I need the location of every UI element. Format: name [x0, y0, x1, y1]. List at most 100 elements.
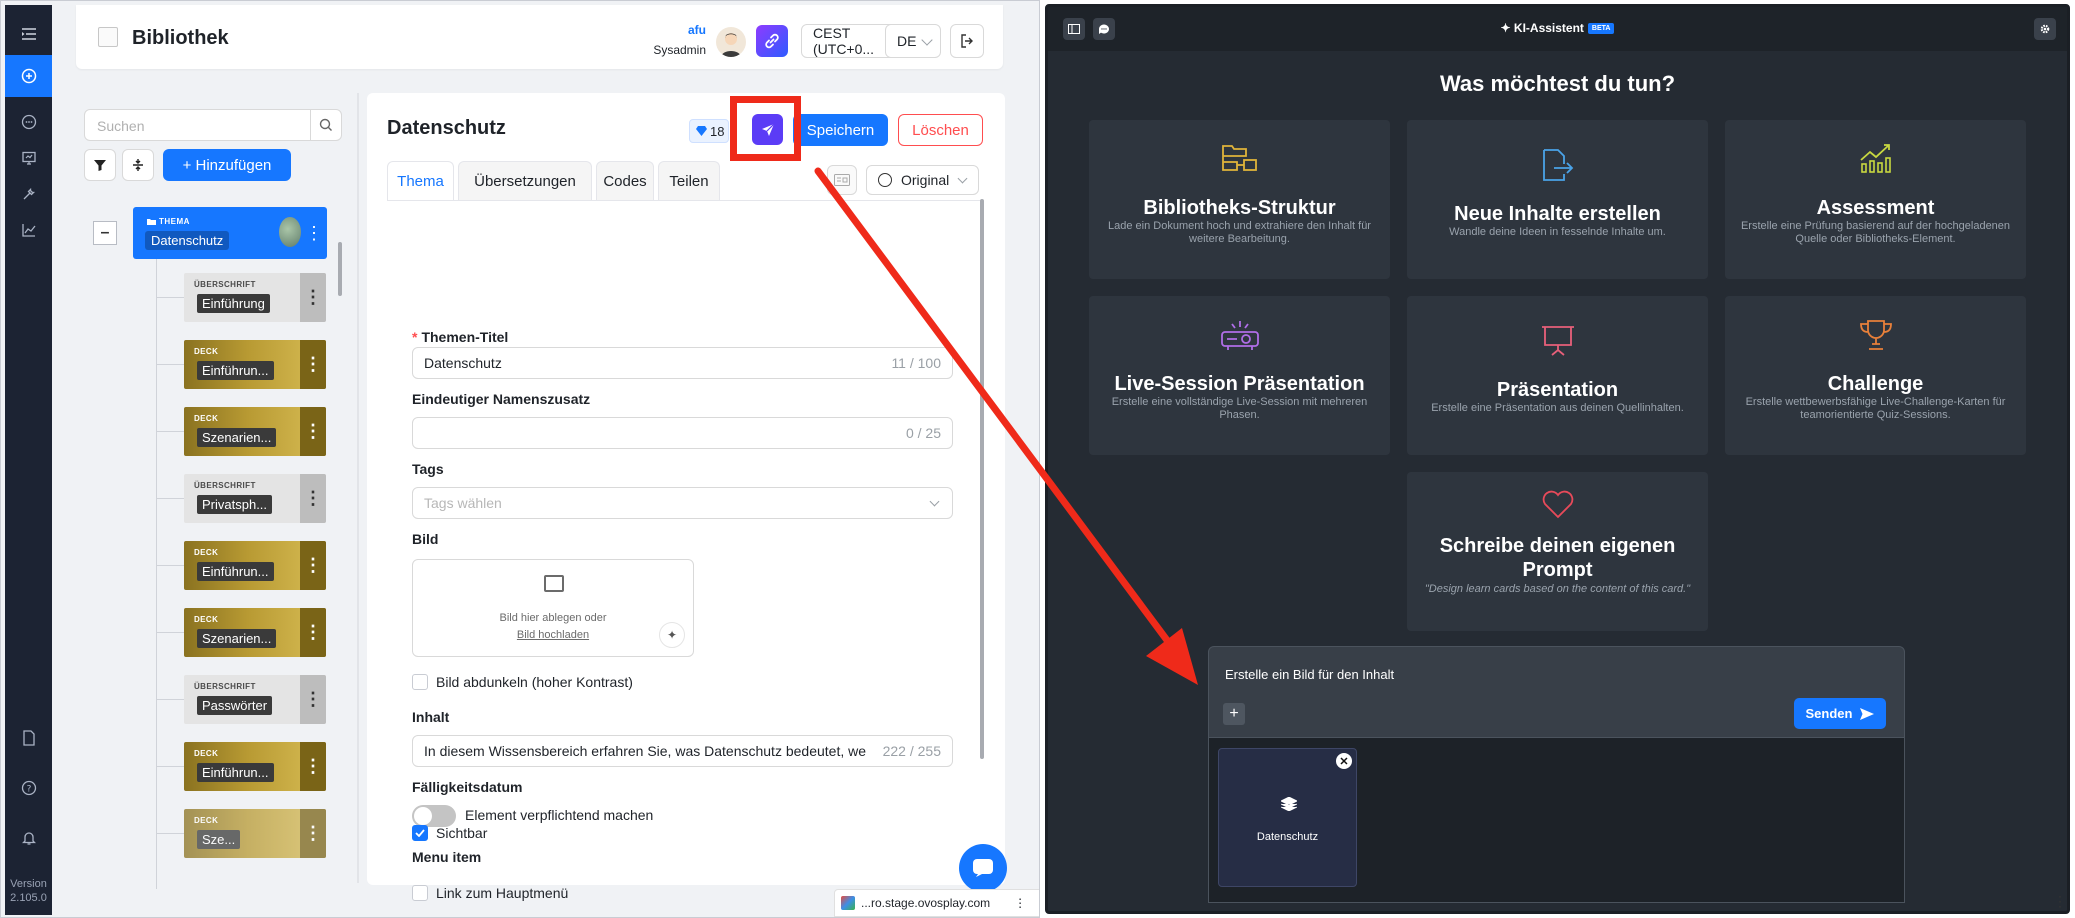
card-challenge[interactable]: Challenge Erstelle wettbewerbsfähige Liv… [1725, 296, 2026, 455]
user-name[interactable]: afu [616, 23, 706, 37]
attachment-card[interactable]: ✕ Datenschutz [1218, 748, 1357, 887]
card-description: Wandle deine Ideen in fesselnde Inhalte … [1449, 226, 1666, 238]
sparkle-icon: ✦ [1500, 21, 1514, 35]
add-attachment-button[interactable]: + [1223, 703, 1245, 725]
tab-thema[interactable]: Thema [387, 161, 454, 201]
node-menu-icon[interactable]: ⋮ [300, 742, 326, 791]
link-icon[interactable] [756, 25, 788, 57]
image-dropzone[interactable]: Bild hier ablegen oder Bild hochladen ✦ [412, 559, 694, 657]
notification-bell-icon[interactable] [5, 817, 52, 859]
collapse-all-icon[interactable] [122, 149, 154, 181]
version-label: Version [10, 878, 47, 890]
card-bibliotheks-struktur[interactable]: Bibliotheks-Struktur Lade ein Dokument h… [1089, 120, 1390, 279]
search-icon[interactable] [310, 109, 342, 141]
tree-node-deck[interactable]: DECK Szenarien... ⋮ [184, 608, 326, 657]
card-custom-prompt[interactable]: Schreibe deinen eigenen Prompt "Design l… [1407, 472, 1708, 631]
node-menu-icon[interactable]: ⋮ [300, 340, 326, 389]
cards-count-badge[interactable]: 18 [689, 119, 729, 143]
language-select[interactable]: DE [885, 24, 941, 58]
tags-placeholder: Tags wählen [424, 495, 502, 511]
card-assessment[interactable]: Assessment Erstelle eine Prüfung basiere… [1725, 120, 2026, 279]
add-button[interactable]: + Hinzufügen [163, 149, 291, 181]
toggle-knob [414, 807, 432, 825]
tree-node-heading[interactable]: ÜBERSCHRIFT Privatsph... ⋮ [184, 474, 326, 523]
main-menu-link-label: Link zum Hauptmenü [436, 885, 569, 901]
card-title: Präsentation [1496, 379, 1619, 401]
tree-scrollbar[interactable] [338, 242, 342, 296]
visible-row[interactable]: Sichtbar [412, 824, 487, 842]
node-menu-icon[interactable]: ⋮ [300, 541, 326, 590]
form-scrollbar[interactable] [980, 199, 984, 759]
chart-icon[interactable] [5, 209, 52, 251]
logout-button[interactable] [950, 24, 984, 58]
avatar[interactable] [716, 27, 746, 57]
card-title: Bibliotheks-Struktur [1143, 197, 1336, 219]
chat-support-button[interactable] [959, 844, 1007, 892]
tree-connector-line [156, 632, 184, 633]
remove-attachment-icon[interactable]: ✕ [1336, 753, 1352, 769]
structure-icon [1089, 142, 1390, 176]
main-menu-link-row[interactable]: Link zum Hauptmenü [412, 884, 568, 902]
card-description: "Design learn cards based on the content… [1424, 583, 1691, 595]
card-view-icon[interactable] [827, 165, 857, 195]
ai-title: ✦ KI-Assistent BETA [1048, 21, 2067, 35]
filter-icon[interactable] [84, 149, 116, 181]
node-menu-icon[interactable]: ⋮ [300, 474, 326, 523]
tab-teilen[interactable]: Teilen [658, 161, 720, 201]
title-input-value: Datenschutz [424, 355, 502, 371]
node-type-label: DECK [194, 414, 219, 423]
card-praesentation[interactable]: Präsentation Erstelle eine Präsentation … [1407, 296, 1708, 455]
translation-select[interactable]: Original [866, 165, 979, 195]
darken-image-label: Bild abdunkeln (hoher Kontrast) [436, 674, 633, 690]
suffix-input[interactable]: 0 / 25 [412, 417, 953, 449]
image-upload-link[interactable]: Bild hochladen [413, 629, 693, 641]
ai-assistant-window: ✦ KI-Assistent BETA Was möchtest du tun? … [1045, 4, 2070, 914]
main-menu-link-checkbox[interactable] [412, 885, 428, 901]
tree-node-deck[interactable]: DECK Einführun... ⋮ [184, 340, 326, 389]
prompt-input[interactable]: Erstelle ein Bild für den Inhalt [1225, 667, 1394, 682]
save-button[interactable]: Speichern [793, 114, 888, 146]
suffix-field-label: Eindeutiger Namenszusatz [412, 391, 591, 407]
collapse-node-button[interactable]: – [93, 221, 117, 245]
settings-gear-icon[interactable] [2034, 18, 2056, 40]
tab-uebersetzungen[interactable]: Übersetzungen [458, 161, 592, 201]
node-menu-icon[interactable]: ⋮ [300, 675, 326, 724]
tree-connector-line [156, 297, 184, 298]
tree-node-deck[interactable]: DECK Einführun... ⋮ [184, 742, 326, 791]
mandatory-label: Element verpflichtend machen [465, 807, 654, 823]
panel-divider[interactable] [357, 93, 359, 883]
search-input[interactable]: Suchen [84, 109, 316, 141]
node-menu-icon[interactable]: ⋮ [301, 207, 327, 259]
delete-button[interactable]: Löschen [898, 114, 983, 146]
more-options-icon[interactable]: ⋮ [1014, 896, 1026, 910]
node-menu-icon[interactable]: ⋮ [300, 407, 326, 456]
document-icon[interactable] [5, 717, 52, 759]
tree-node-deck[interactable]: DECK Szenarien... ⋮ [184, 407, 326, 456]
send-button[interactable]: Senden [1794, 698, 1886, 729]
card-neue-inhalte[interactable]: Neue Inhalte erstellen Wandle deine Idee… [1407, 120, 1708, 279]
visible-checkbox[interactable] [412, 825, 428, 841]
tree-node-heading[interactable]: ÜBERSCHRIFT Einführung ⋮ [184, 273, 326, 322]
tree-node-deck[interactable]: DECK Sze... ⋮ [184, 809, 326, 858]
tree-node-thema[interactable]: THEMA Datenschutz ⋮ [133, 207, 327, 259]
darken-image-checkbox-row[interactable]: Bild abdunkeln (hoher Kontrast) [412, 673, 633, 691]
tree-node-heading[interactable]: ÜBERSCHRIFT Passwörter ⋮ [184, 675, 326, 724]
help-icon[interactable]: ? [5, 767, 52, 809]
content-input[interactable]: In diesem Wissensbereich erfahren Sie, w… [412, 735, 953, 767]
more-options-icon[interactable]: ⋮ [2053, 893, 2067, 910]
tags-select[interactable]: Tags wählen [412, 487, 953, 519]
node-menu-icon[interactable]: ⋮ [300, 273, 326, 322]
add-circle-icon[interactable] [5, 55, 52, 97]
menu-toggle-icon[interactable] [5, 13, 52, 55]
node-menu-icon[interactable]: ⋮ [300, 608, 326, 657]
darken-image-checkbox[interactable] [412, 674, 428, 690]
node-menu-icon[interactable]: ⋮ [300, 809, 326, 858]
card-description: Lade ein Dokument hoch und extrahiere de… [1108, 220, 1371, 245]
card-description: Erstelle wettbewerbsfähige Live-Challeng… [1745, 396, 2006, 421]
card-live-session[interactable]: Live-Session Präsentation Erstelle eine … [1089, 296, 1390, 455]
title-input[interactable]: Datenschutz 11 / 100 [412, 347, 953, 379]
tree-node-deck[interactable]: DECK Einführun... ⋮ [184, 541, 326, 590]
ai-magic-icon[interactable]: ✦ [659, 622, 685, 648]
tab-codes[interactable]: Codes [596, 161, 654, 201]
prompt-box[interactable]: Erstelle ein Bild für den Inhalt + Sende… [1208, 646, 1905, 738]
